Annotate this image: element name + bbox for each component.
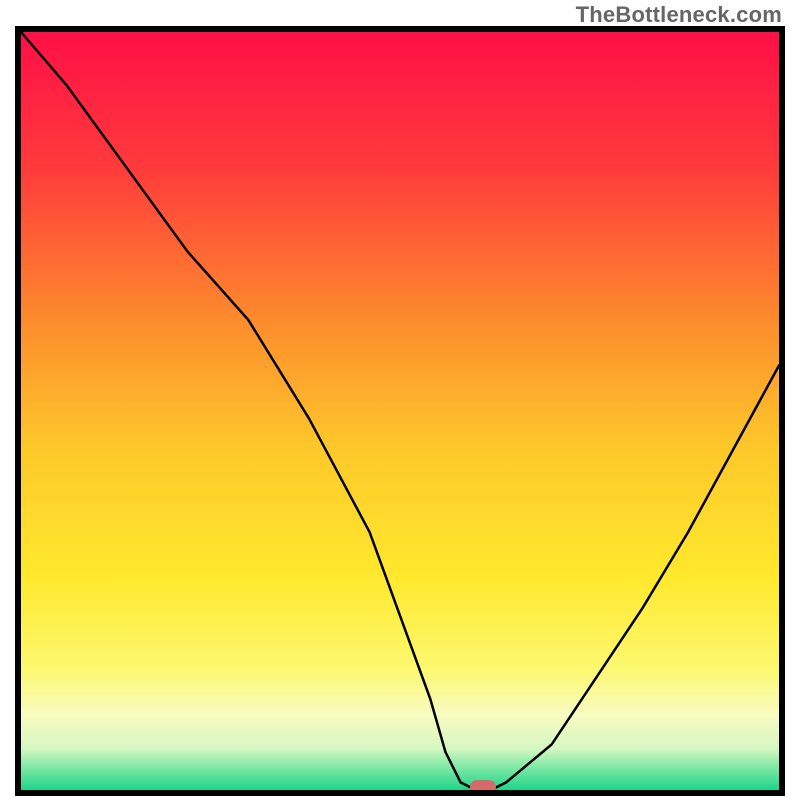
plot-area — [15, 26, 785, 796]
watermark-text: TheBottleneck.com — [576, 2, 782, 28]
chart-container: TheBottleneck.com — [0, 0, 800, 800]
bottleneck-curve — [21, 32, 779, 790]
optimal-marker — [470, 780, 496, 794]
